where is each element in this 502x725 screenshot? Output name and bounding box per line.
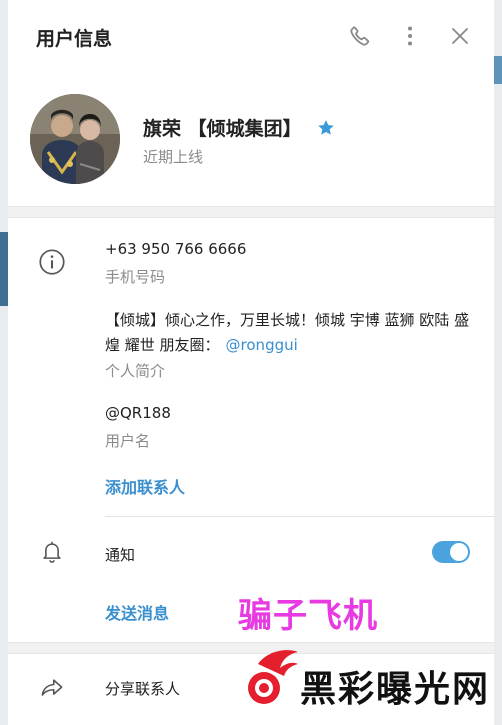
section-separator <box>8 206 494 218</box>
toggle-knob <box>450 543 468 561</box>
background-app-left-edge <box>0 0 8 725</box>
notifications-label: 通知 <box>105 546 136 564</box>
dialog-header: 用户信息 <box>8 0 494 74</box>
bio-mention-link[interactable]: @ronggui <box>226 336 298 354</box>
watermark-logo-icon <box>248 650 298 704</box>
name-row: 旗荣 【倾城集团】 <box>143 114 336 141</box>
last-seen-status: 近期上线 <box>143 148 204 166</box>
notifications-toggle[interactable] <box>432 541 470 563</box>
share-contact-button[interactable]: 分享联系人 <box>105 678 180 699</box>
background-app-right-edge <box>494 0 502 725</box>
star-icon <box>317 119 334 135</box>
profile-section: 旗荣 【倾城集团】 近期上线 <box>8 74 494 206</box>
phone-number[interactable]: +63 950 766 6666 <box>105 240 246 258</box>
username[interactable]: @QR188 <box>105 404 171 422</box>
overlay-watermark-text: 骗子飞机 <box>238 596 378 636</box>
user-name: 旗荣 【倾城集团】 <box>143 118 302 140</box>
avatar[interactable] <box>30 94 120 184</box>
more-vertical-icon[interactable] <box>396 22 424 50</box>
add-contact-button[interactable]: 添加联系人 <box>105 474 185 498</box>
info-icon <box>36 246 68 278</box>
close-icon[interactable] <box>446 22 474 50</box>
background-strip <box>0 232 8 306</box>
dialog-title: 用户信息 <box>36 28 113 50</box>
bio-label: 个人简介 <box>105 362 166 380</box>
phone-label: 手机号码 <box>105 268 166 286</box>
bio-text[interactable]: 【倾城】倾心之作，万里长城！倾城 宇博 蓝狮 欧陆 盛煌 耀世 朋友圈： @ron… <box>105 308 475 358</box>
divider <box>105 516 494 517</box>
phone-icon[interactable] <box>346 22 374 50</box>
bell-icon <box>36 536 68 568</box>
send-message-button[interactable]: 发送消息 <box>105 600 169 624</box>
watermark-site-name: 黑彩曝光网 <box>300 669 491 710</box>
user-info-dialog: 用户信息 旗荣 【倾城集团】 近期上线 +63 950 766 6666 手机号… <box>8 0 494 725</box>
username-label: 用户名 <box>105 432 151 450</box>
background-strip <box>494 56 502 84</box>
share-icon <box>36 672 68 704</box>
